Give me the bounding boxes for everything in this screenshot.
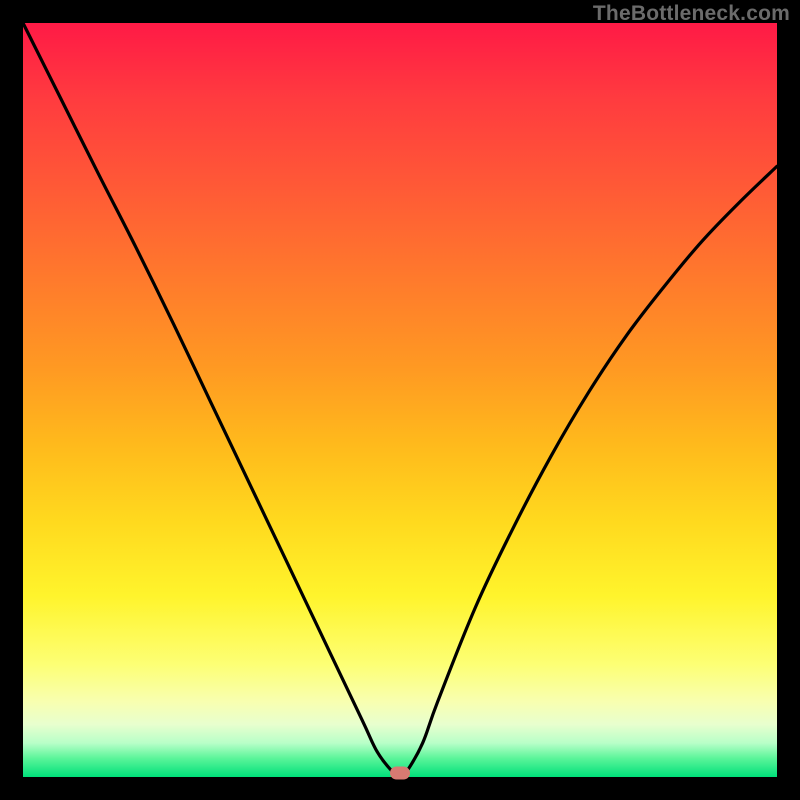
watermark-text: TheBottleneck.com	[593, 2, 790, 26]
plot-area	[23, 23, 777, 777]
minimum-marker	[390, 767, 410, 780]
chart-frame: TheBottleneck.com	[0, 0, 800, 800]
bottleneck-curve	[23, 23, 777, 777]
